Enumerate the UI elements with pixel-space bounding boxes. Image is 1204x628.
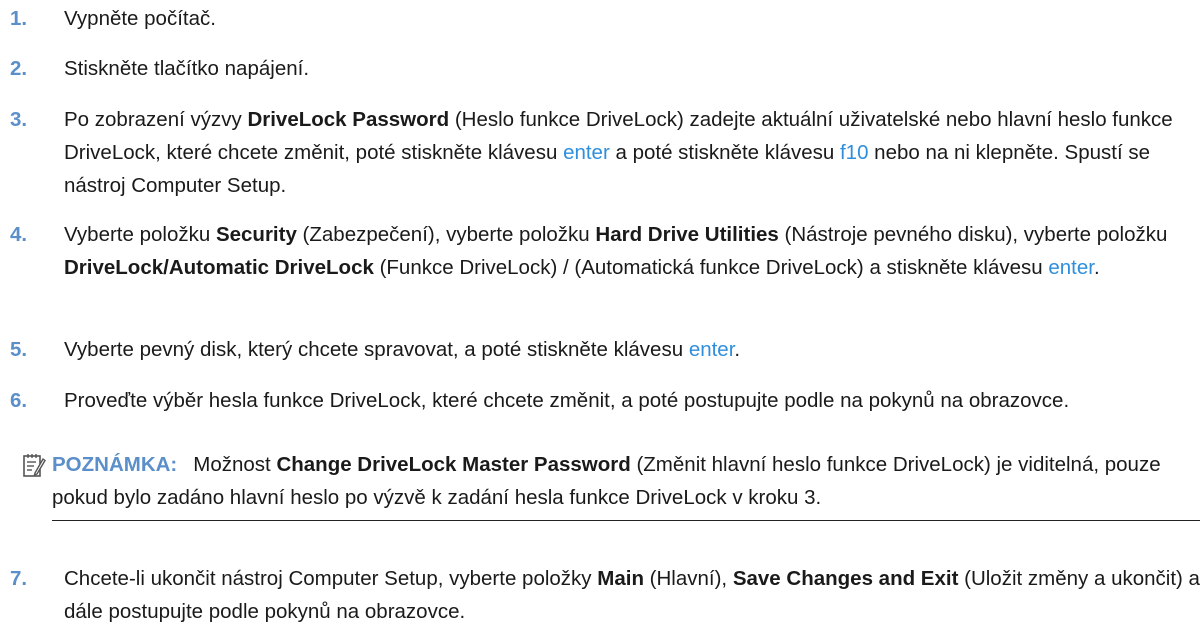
document-page: 1. Vypněte počítač. 2. Stiskněte tlačítk… (0, 0, 1204, 626)
bold-term: DriveLock Password (247, 108, 450, 131)
key-name: enter (563, 141, 610, 164)
bold-term: Hard Drive Utilities (595, 223, 779, 246)
bold-term: Security (215, 223, 297, 246)
note-label: POZNÁMKA: (52, 453, 178, 476)
step-number: 1. (10, 7, 28, 30)
step-number: 7. (10, 567, 28, 590)
bold-term: Main (597, 567, 644, 590)
step-number: 5. (10, 338, 28, 361)
step-text: Vypněte počítač. (64, 7, 216, 30)
step-text: Stiskněte tlačítko napájení. (64, 57, 310, 80)
bold-term: DriveLock/Automatic DriveLock (64, 256, 374, 279)
step-number: 3. (10, 108, 28, 131)
step-number: 2. (10, 57, 28, 80)
key-name: f10 (839, 141, 869, 164)
step-text: Proveďte výběr hesla funkce DriveLock, k… (64, 389, 1070, 412)
step-number: 4. (10, 223, 28, 246)
step-text: Vyberte pevný disk, který chcete spravov… (64, 338, 741, 361)
step-number: 6. (10, 389, 28, 412)
bold-term: Change DriveLock Master Password (276, 453, 631, 476)
step-text: Vyberte položku Security (Zabezpečení), … (64, 223, 1168, 279)
note-text: POZNÁMKA: Možnost Change DriveLock Master… (52, 448, 1200, 521)
bold-term: Save Changes and Exit (732, 567, 959, 590)
note-pencil-icon (23, 454, 46, 477)
step-text: Chcete-li ukončit nástroj Computer Setup… (64, 567, 1200, 623)
key-name: enter (688, 338, 735, 361)
step-text: Po zobrazení výzvy DriveLock Password (H… (64, 108, 1173, 197)
key-name: enter (1048, 256, 1094, 279)
